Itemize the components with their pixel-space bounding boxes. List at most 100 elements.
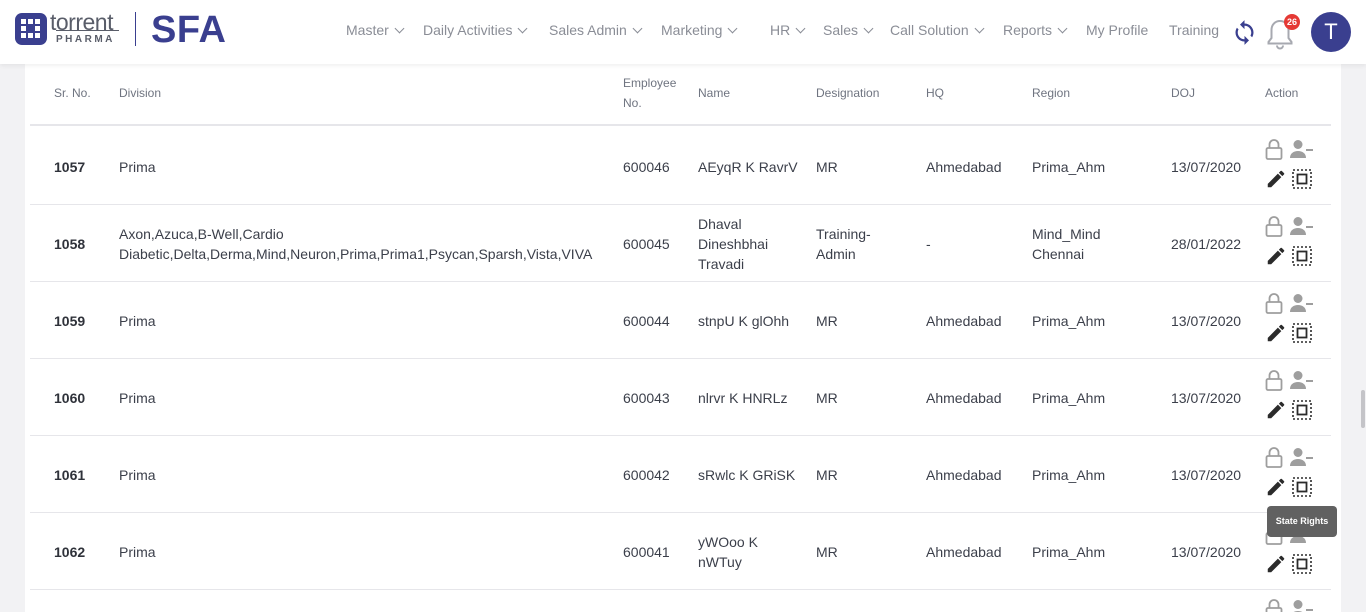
cell-region: Prima_Ahm	[1032, 467, 1106, 483]
cell-employee-no: 600042	[623, 467, 670, 483]
table-row: 1059 Prima 600044 stnpU K glOhh MR Ahmedabad P…	[30, 282, 1331, 359]
edit-icon[interactable]	[1265, 553, 1287, 575]
nav-daily-activities[interactable]: Daily Activities	[423, 22, 528, 38]
cell-designation: MR	[816, 544, 838, 560]
chevron-down-icon	[795, 23, 806, 33]
cell-designation: MR	[816, 159, 838, 175]
chevron-down-icon	[728, 23, 738, 33]
edit-icon[interactable]	[1265, 399, 1287, 421]
nav-sales-admin[interactable]: Sales Admin	[549, 22, 643, 38]
nav-training[interactable]: Training	[1169, 22, 1219, 38]
cell-region: Prima_Ahm	[1032, 390, 1106, 406]
cell-hq: Ahmedabad	[926, 159, 1002, 175]
table-row: 1061 Prima 600042 sRwlc K GRiSK MR Ahmedabad P…	[30, 436, 1331, 513]
lock-icon[interactable]	[1264, 446, 1284, 468]
state-rights-icon[interactable]	[1291, 322, 1313, 344]
top-navbar: torrent PHARMA SFA Master Daily Activiti…	[0, 0, 1366, 64]
nav-marketing[interactable]: Marketing	[661, 22, 738, 38]
notification-badge: 26	[1284, 14, 1300, 30]
app-logo[interactable]: SFA	[151, 9, 226, 52]
header-division[interactable]: Division	[119, 83, 161, 103]
header-action: Action	[1265, 86, 1299, 100]
header-name[interactable]: Name	[698, 83, 730, 103]
remove-user-icon[interactable]	[1290, 216, 1314, 236]
cell-hq: Ahmedabad	[926, 390, 1002, 406]
chevron-down-icon	[974, 23, 985, 33]
remove-user-icon[interactable]	[1290, 447, 1314, 467]
employee-table: Sr. No. Division Employee No. Name Desig…	[25, 64, 1341, 612]
cell-srno: 1062	[54, 544, 86, 560]
lock-icon[interactable]	[1264, 292, 1284, 314]
cell-division: Prima	[119, 313, 156, 329]
company-logo-text: torrent	[50, 9, 113, 35]
state-rights-icon[interactable]	[1291, 168, 1313, 190]
sync-icon[interactable]	[1231, 19, 1258, 46]
cell-hq: Ahmedabad	[926, 313, 1002, 329]
cell-name: yWOoo KnWTuy	[698, 534, 758, 570]
cell-region: Prima_Ahm	[1032, 544, 1106, 560]
header-designation[interactable]: Designation	[816, 83, 879, 103]
table-row: 1057 Prima 600046 AEyqR K RavrV MR Ahmedabad P…	[30, 128, 1331, 205]
cell-doj: 13/07/2020	[1171, 313, 1242, 329]
nav-master[interactable]: Master	[346, 22, 405, 38]
nav-hr[interactable]: HR	[770, 22, 806, 38]
remove-user-icon[interactable]	[1290, 599, 1314, 612]
cell-srno: 1059	[54, 313, 86, 329]
user-avatar[interactable]: T	[1311, 12, 1351, 52]
cell-name: sRwlc K GRiSK	[698, 467, 796, 483]
header-employee-no[interactable]: Employee No.	[623, 73, 676, 113]
cell-hq: Ahmedabad	[926, 467, 1002, 483]
remove-user-icon[interactable]	[1290, 139, 1314, 159]
chevron-down-icon	[518, 23, 528, 33]
state-rights-icon[interactable]	[1291, 399, 1313, 421]
cell-region: Prima_Ahm	[1032, 159, 1106, 175]
edit-icon[interactable]	[1265, 245, 1287, 267]
remove-user-icon[interactable]	[1290, 293, 1314, 313]
cell-srno: 1060	[54, 390, 86, 406]
cell-srno: 1057	[54, 159, 86, 175]
nav-reports[interactable]: Reports	[1003, 22, 1068, 38]
nav-my-profile[interactable]: My Profile	[1086, 22, 1148, 38]
cell-srno: 1061	[54, 467, 86, 483]
page-scrollbar[interactable]	[1361, 390, 1365, 428]
header-doj[interactable]: DOJ	[1171, 83, 1195, 103]
chevron-down-icon	[394, 23, 405, 33]
edit-icon[interactable]	[1265, 322, 1287, 344]
cell-employee-no: 600041	[623, 544, 670, 560]
edit-icon[interactable]	[1265, 476, 1287, 498]
cell-hq: -	[926, 236, 931, 252]
cell-name: nlrvr K HNRLz	[698, 390, 788, 406]
state-rights-icon[interactable]	[1291, 476, 1313, 498]
cell-doj: 13/07/2020	[1171, 467, 1242, 483]
nav-sales[interactable]: Sales	[823, 22, 874, 38]
cell-name: Dhaval Dineshbhai Travadi	[698, 216, 769, 272]
cell-designation: MR	[816, 313, 838, 329]
cell-division: Prima	[119, 390, 156, 406]
cell-division: Prima	[119, 159, 156, 175]
remove-user-icon[interactable]	[1290, 370, 1314, 390]
header-srno[interactable]: Sr. No.	[54, 83, 91, 103]
torrent-logo-icon	[15, 13, 47, 45]
state-rights-icon[interactable]	[1291, 553, 1313, 575]
chevron-down-icon	[1057, 23, 1068, 33]
cell-designation: Training- Admin	[816, 226, 871, 262]
header-region[interactable]: Region	[1032, 83, 1070, 103]
lock-icon[interactable]	[1264, 369, 1284, 391]
lock-icon[interactable]	[1264, 215, 1284, 237]
table-row: 1060 Prima 600043 nlrvr K HNRLz MR Ahmedabad P…	[30, 359, 1331, 436]
lock-icon[interactable]	[1264, 598, 1284, 612]
lock-icon[interactable]	[1264, 138, 1284, 160]
table-row: 1062 Prima 600041 yWOoo KnWTuy MR Ahmedabad Pr…	[30, 513, 1331, 590]
edit-icon[interactable]	[1265, 168, 1287, 190]
cell-employee-no: 600045	[623, 236, 670, 252]
header-hq[interactable]: HQ	[926, 83, 944, 103]
state-rights-icon[interactable]	[1291, 245, 1313, 267]
cell-employee-no: 600046	[623, 159, 670, 175]
cell-employee-no: 600043	[623, 390, 670, 406]
cell-doj: 13/07/2020	[1171, 544, 1242, 560]
cell-division: Prima	[119, 544, 156, 560]
state-rights-tooltip: State Rights	[1267, 506, 1337, 537]
cell-hq: Ahmedabad	[926, 544, 1002, 560]
cell-doj: 28/01/2022	[1171, 236, 1242, 252]
nav-call-solution[interactable]: Call Solution	[890, 22, 985, 38]
